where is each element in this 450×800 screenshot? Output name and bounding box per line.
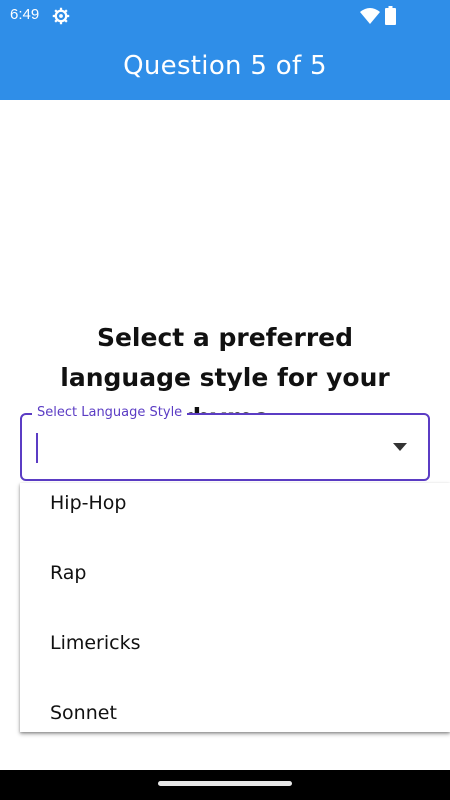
text-cursor	[36, 433, 38, 463]
dropdown-option-limericks[interactable]: Limericks	[20, 608, 450, 678]
dropdown-menu: Hip-Hop Rap Limericks Sonnet	[20, 483, 450, 732]
select-label: Select Language Style	[32, 405, 188, 420]
home-indicator[interactable]	[158, 781, 292, 786]
dropdown-arrow-icon[interactable]	[393, 443, 407, 451]
language-style-select[interactable]: Select Language Style	[20, 405, 430, 481]
wifi-icon	[360, 8, 380, 24]
dropdown-option-rap[interactable]: Rap	[20, 538, 450, 608]
app-bar: Question 5 of 5	[0, 32, 450, 100]
dropdown-option-sonnet[interactable]: Sonnet	[20, 678, 450, 732]
battery-icon	[385, 6, 396, 25]
navigation-bar	[0, 770, 450, 800]
status-bar: 6:49	[0, 0, 450, 32]
dropdown-option-hip-hop[interactable]: Hip-Hop	[20, 483, 450, 538]
page-title: Question 5 of 5	[123, 51, 327, 81]
settings-gear-icon	[52, 7, 70, 25]
status-time: 6:49	[10, 6, 40, 23]
